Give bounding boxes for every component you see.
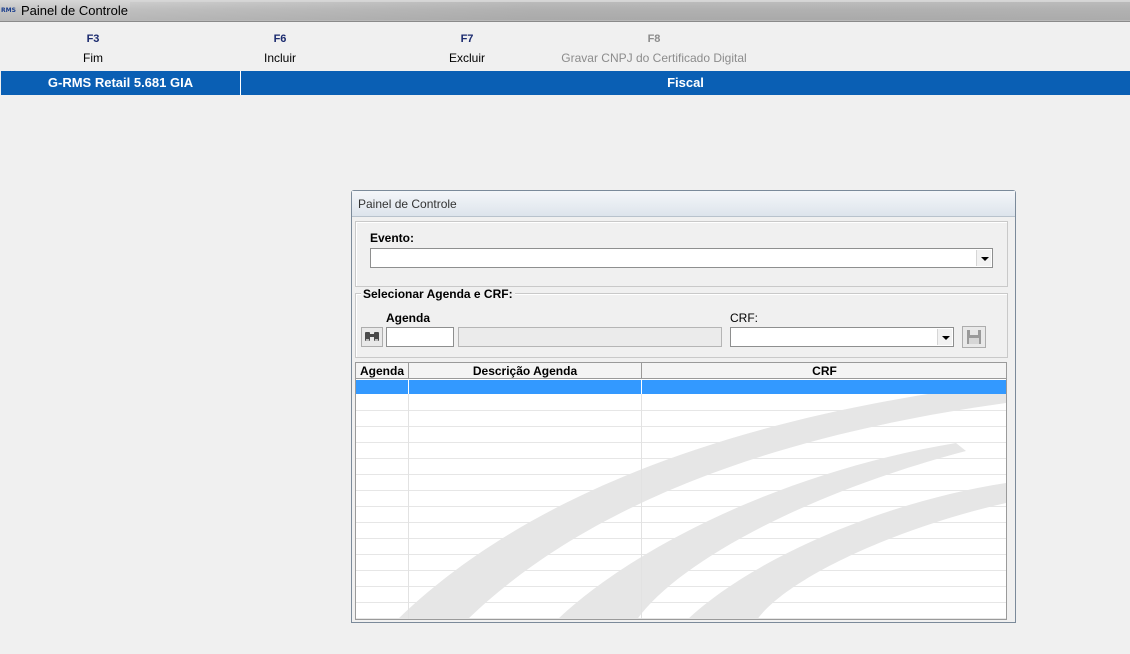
rms-watermark-logo bbox=[398, 383, 1006, 619]
module-title: Fiscal bbox=[241, 71, 1130, 95]
selected-table-row[interactable] bbox=[356, 380, 1006, 394]
grid-row-line bbox=[356, 586, 1006, 587]
agenda-label: Agenda bbox=[386, 311, 431, 325]
title-bar-background bbox=[130, 2, 1130, 20]
toolbar-f6-incluir[interactable]: F6 Incluir bbox=[240, 32, 320, 66]
function-key-action: Incluir bbox=[263, 51, 296, 65]
column-header-crf[interactable]: CRF bbox=[642, 363, 1006, 379]
product-version-label: G-RMS Retail 5.681 GIA bbox=[1, 71, 241, 95]
function-key-label: F7 bbox=[460, 33, 474, 45]
grid-row-line bbox=[356, 618, 1006, 619]
function-key-action: Excluir bbox=[448, 51, 485, 65]
agenda-code-input[interactable] bbox=[386, 327, 454, 347]
grid-row-line bbox=[356, 490, 1006, 491]
agenda-description-field bbox=[458, 327, 722, 347]
grid-row-line bbox=[356, 458, 1006, 459]
grid-row-line bbox=[356, 602, 1006, 603]
grid-row-line bbox=[356, 410, 1006, 411]
grid-column-line bbox=[641, 380, 642, 619]
toolbar-f3-fim[interactable]: F3 Fim bbox=[53, 32, 133, 66]
dialog-title: Painel de Controle bbox=[358, 197, 457, 211]
function-key-label: F6 bbox=[273, 33, 287, 45]
selecionar-agenda-crf-group bbox=[355, 293, 1008, 358]
grid-column-line bbox=[408, 380, 409, 619]
grid-row-line bbox=[356, 442, 1006, 443]
save-button[interactable] bbox=[962, 326, 986, 348]
rms-app-icon: RMS bbox=[1, 7, 16, 14]
evento-select[interactable] bbox=[370, 248, 993, 268]
crf-label: CRF: bbox=[730, 311, 758, 325]
column-header-agenda[interactable]: Agenda bbox=[356, 363, 409, 379]
crf-select[interactable] bbox=[730, 327, 954, 347]
grid-row-line bbox=[356, 538, 1006, 539]
function-key-action: Gravar CNPJ do Certificado Digital bbox=[561, 51, 747, 65]
column-header-descricao-agenda[interactable]: Descrição Agenda bbox=[409, 363, 642, 379]
function-key-label: F8 bbox=[647, 33, 661, 45]
grid-row-line bbox=[356, 554, 1006, 555]
function-key-action: Fim bbox=[83, 51, 103, 65]
binoculars-icon bbox=[365, 332, 379, 341]
grid-row-line bbox=[356, 474, 1006, 475]
grid-row-line bbox=[356, 426, 1006, 427]
selecionar-agenda-crf-legend: Selecionar Agenda e CRF: bbox=[361, 287, 515, 301]
toolbar-f7-excluir[interactable]: F7 Excluir bbox=[427, 32, 507, 66]
window-title-bar[interactable]: RMS Painel de Controle bbox=[0, 0, 1130, 22]
agenda-grid[interactable]: Agenda Descrição Agenda CRF bbox=[355, 362, 1007, 620]
window-title: Painel de Controle bbox=[21, 3, 128, 18]
grid-column-line bbox=[408, 380, 409, 394]
evento-label: Evento: bbox=[370, 231, 415, 245]
chevron-down-icon[interactable] bbox=[937, 329, 952, 345]
grid-column-line bbox=[641, 380, 642, 394]
chevron-down-icon[interactable] bbox=[976, 250, 991, 266]
grid-row-line bbox=[356, 506, 1006, 507]
function-key-label: F3 bbox=[86, 33, 100, 45]
floppy-disk-icon bbox=[967, 330, 981, 344]
toolbar-f8-gravar-cnpj[interactable]: F8 Gravar CNPJ do Certificado Digital bbox=[554, 32, 754, 66]
agenda-search-button[interactable] bbox=[361, 327, 383, 347]
grid-row-line bbox=[356, 570, 1006, 571]
dialog-title-bar[interactable]: Painel de Controle bbox=[352, 191, 1015, 217]
grid-row-line bbox=[356, 522, 1006, 523]
